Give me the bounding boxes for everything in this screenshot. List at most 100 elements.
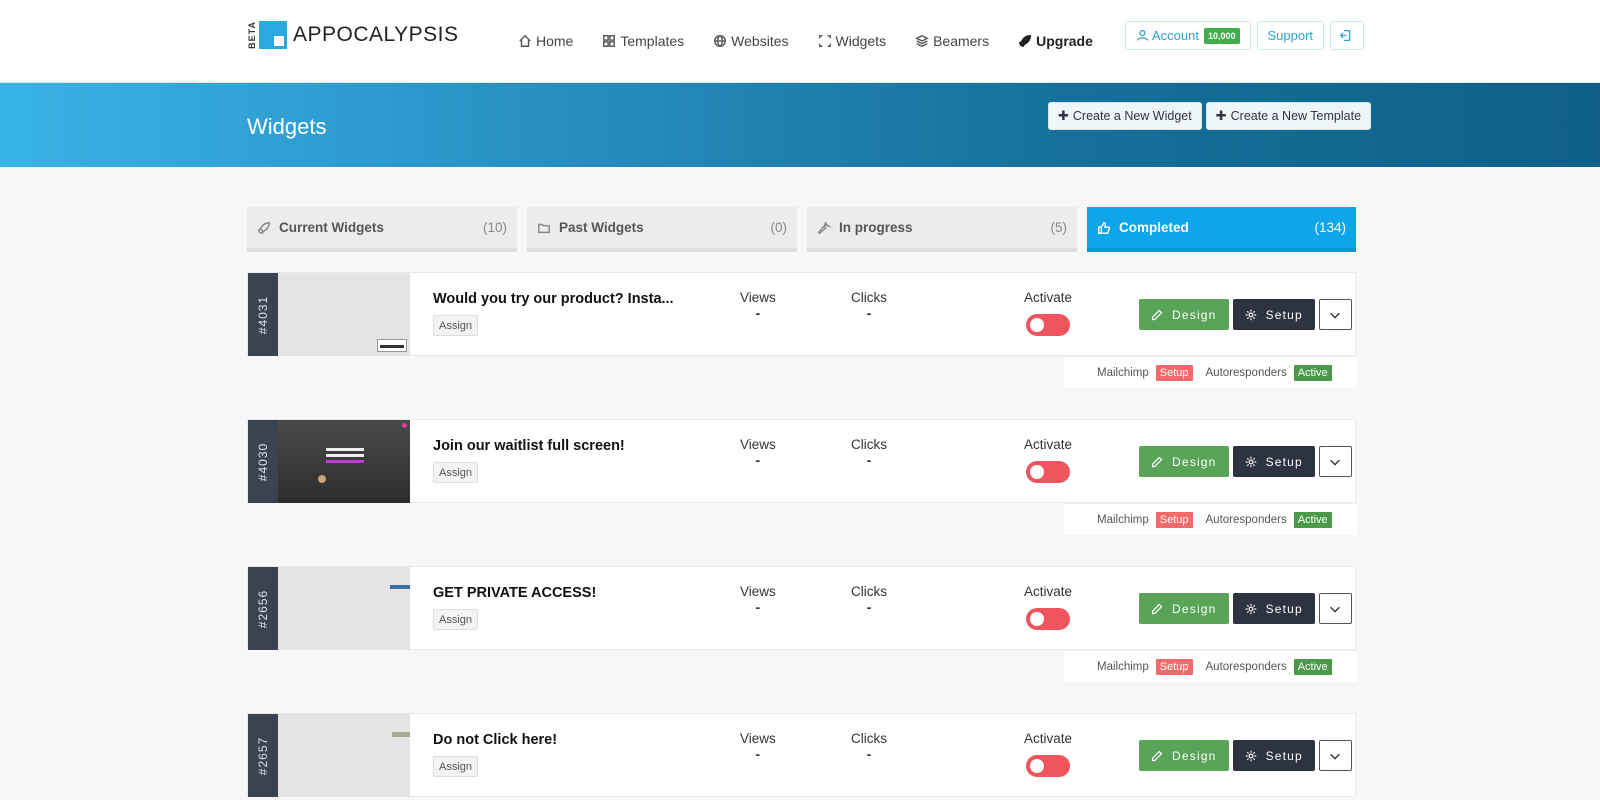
activate-label: Activate <box>1024 437 1073 452</box>
tab-count: (134) <box>1314 220 1346 235</box>
design-button[interactable]: Design <box>1139 299 1229 330</box>
credits-badge: 10,000 <box>1203 27 1240 44</box>
gear-icon <box>1245 603 1256 614</box>
more-options-dropdown[interactable] <box>1318 593 1352 624</box>
wrench-icon <box>817 221 831 234</box>
create-template-button[interactable]: ✚ Create a New Template <box>1205 102 1372 130</box>
chevron-down-icon <box>1330 606 1341 613</box>
setup-button[interactable]: Setup <box>1232 446 1315 477</box>
create-widget-button[interactable]: ✚ Create a New Widget <box>1048 102 1202 130</box>
setup-button[interactable]: Setup <box>1232 740 1315 771</box>
widget-title[interactable]: Would you try our product? Insta... <box>433 291 674 307</box>
activate-label: Activate <box>1024 290 1073 305</box>
assign-button[interactable]: Assign <box>433 462 479 483</box>
main-nav: Home Templates Websites Widgets Beamers … <box>518 33 1122 49</box>
plus-icon: ✚ <box>1215 108 1227 123</box>
tab-completed[interactable]: Completed (134) <box>1087 207 1356 252</box>
tab-in-progress[interactable]: In progress (5) <box>807 207 1077 252</box>
more-options-dropdown[interactable] <box>1318 740 1352 771</box>
clicks-label: Clicks <box>851 731 887 746</box>
tab-current-widgets[interactable]: Current Widgets (10) <box>247 207 517 252</box>
clicks-stat: Clicks - <box>851 731 887 762</box>
folder-icon <box>538 223 550 233</box>
nav-label: Websites <box>731 33 789 49</box>
activate-toggle[interactable] <box>1026 314 1070 336</box>
layers-icon <box>915 34 929 48</box>
app-name: APPOCALYPSIS <box>293 23 459 46</box>
nav-item-widgets[interactable]: Widgets <box>818 33 886 49</box>
widget-thumbnail[interactable] <box>278 420 410 503</box>
nav-item-templates[interactable]: Templates <box>602 33 684 49</box>
nav-item-beamers[interactable]: Beamers <box>915 33 989 49</box>
nav-item-upgrade[interactable]: Upgrade <box>1018 33 1093 49</box>
nav-label: Upgrade <box>1036 33 1093 49</box>
account-label: Account <box>1152 28 1199 43</box>
tab-label: Completed <box>1119 220 1189 235</box>
grid-icon <box>603 35 616 47</box>
mailchimp-label: Mailchimp <box>1097 660 1149 673</box>
integrations-row: Mailchimp Setup Autoresponders Active <box>1064 503 1357 535</box>
widget-title[interactable]: Join our waitlist full screen! <box>433 438 625 454</box>
views-stat: Views - <box>740 731 776 762</box>
clicks-stat: Clicks - <box>851 584 887 615</box>
widget-thumbnail[interactable] <box>278 567 410 650</box>
account-button[interactable]: Account 10,000 <box>1125 21 1251 50</box>
views-label: Views <box>740 584 776 599</box>
gear-icon <box>1245 456 1256 467</box>
nav-label: Beamers <box>933 33 990 49</box>
mailchimp-status-badge[interactable]: Setup <box>1155 364 1193 381</box>
assign-button[interactable]: Assign <box>433 609 479 630</box>
nav-label: Templates <box>620 33 685 49</box>
plus-icon: ✚ <box>1058 108 1069 123</box>
setup-label: Setup <box>1265 307 1303 322</box>
support-button[interactable]: Support <box>1256 21 1325 50</box>
widget-thumbnail[interactable] <box>278 714 410 797</box>
clicks-stat: Clicks - <box>851 290 887 321</box>
logo-mark-icon <box>259 21 287 49</box>
design-label: Design <box>1172 748 1217 763</box>
design-button[interactable]: Design <box>1139 593 1229 624</box>
views-label: Views <box>740 437 776 452</box>
widget-id-strip: #2657 <box>248 714 278 797</box>
nav-item-home[interactable]: Home <box>518 33 573 49</box>
clicks-value: - <box>866 599 872 615</box>
beta-label: BETA <box>247 21 257 49</box>
activate-toggle[interactable] <box>1026 608 1070 630</box>
mailchimp-status-badge[interactable]: Setup <box>1155 658 1193 675</box>
tab-past-widgets[interactable]: Past Widgets (0) <box>527 207 797 252</box>
design-label: Design <box>1172 307 1217 322</box>
autoresponders-status-badge[interactable]: Active <box>1293 364 1332 381</box>
design-button[interactable]: Design <box>1139 446 1229 477</box>
tab-label: In progress <box>839 220 913 235</box>
more-options-dropdown[interactable] <box>1318 299 1352 330</box>
logout-button[interactable] <box>1330 21 1365 50</box>
page-title: Widgets <box>247 114 327 139</box>
assign-button[interactable]: Assign <box>433 756 479 777</box>
widget-title[interactable]: Do not Click here! <box>433 732 557 748</box>
activate-toggle[interactable] <box>1026 755 1070 777</box>
setup-button[interactable]: Setup <box>1232 593 1315 624</box>
activate-toggle[interactable] <box>1026 461 1070 483</box>
setup-button[interactable]: Setup <box>1232 299 1315 330</box>
autoresponders-status-badge[interactable]: Active <box>1293 658 1332 675</box>
thumbnail-form-shape <box>326 448 364 470</box>
widget-thumbnail[interactable] <box>278 273 410 356</box>
nav-item-websites[interactable]: Websites <box>713 33 789 49</box>
assign-button[interactable]: Assign <box>433 315 479 336</box>
widget-title[interactable]: GET PRIVATE ACCESS! <box>433 585 596 601</box>
mailchimp-status-badge[interactable]: Setup <box>1155 511 1193 528</box>
app-logo[interactable]: BETA APPOCALYPSIS <box>247 20 459 50</box>
tab-count: (10) <box>482 220 507 235</box>
tab-count: (5) <box>1050 220 1068 235</box>
clicks-label: Clicks <box>851 290 887 305</box>
widget-id: #2656 <box>256 589 270 628</box>
more-options-dropdown[interactable] <box>1318 446 1352 477</box>
widget-actions: Design Setup <box>1139 299 1352 330</box>
top-actions: Account 10,000 Support <box>1125 21 1365 50</box>
views-stat: Views - <box>740 584 776 615</box>
design-button[interactable]: Design <box>1139 740 1229 771</box>
autoresponders-status-badge[interactable]: Active <box>1293 511 1332 528</box>
clicks-value: - <box>866 305 872 321</box>
widget-actions: Design Setup <box>1139 446 1352 477</box>
expand-icon <box>818 35 831 47</box>
